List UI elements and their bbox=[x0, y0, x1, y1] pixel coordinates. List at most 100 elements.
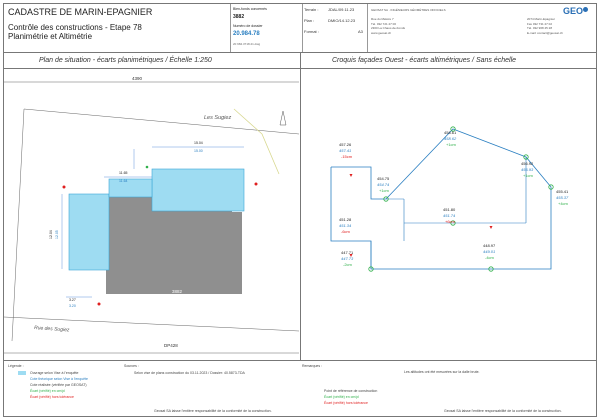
file-reference: 20 984.3718.21.dwg bbox=[233, 42, 261, 46]
title-block: CADASTRE DE MARIN-EPAGNIER Contrôle des … bbox=[4, 4, 596, 53]
new-building-east bbox=[151, 168, 245, 212]
legend-item: Ouvrage selon Vise à l'enquête bbox=[30, 371, 79, 375]
format-value: A3 bbox=[358, 29, 363, 34]
elev-diff: +1cm bbox=[523, 173, 534, 178]
hedge-line bbox=[233, 108, 280, 175]
parcel-info: Bien-fonds concernés 3882 Numéro de doss… bbox=[230, 4, 303, 52]
parcel-number-3882: 3882 bbox=[172, 289, 183, 294]
elev-black: 456.92 bbox=[521, 161, 534, 166]
existing-building bbox=[92, 197, 242, 294]
elevation-label: 451.80 451.74 +6cm bbox=[443, 207, 456, 224]
elevation-label: 457.26 457.41 -15cm bbox=[339, 142, 353, 159]
legend-right-item: Écart (vérifié) en cm/pl bbox=[324, 395, 360, 399]
dim-blue: 11.64 bbox=[119, 179, 128, 183]
company-logo: GEO bbox=[563, 6, 584, 16]
elev-black: 447.71 bbox=[341, 250, 354, 255]
dossier-value: 20.984.78 bbox=[233, 31, 260, 37]
addr-right-line: E-mail: contact@geosat.ch bbox=[527, 30, 563, 35]
elev-diff: +4cm bbox=[558, 201, 569, 206]
street-name-bottom: Rue des Sugiez bbox=[34, 325, 70, 333]
elev-diff: -6cm bbox=[341, 229, 351, 234]
plan-row: Plan : DMIO/14.12.23 bbox=[304, 18, 355, 23]
elev-black: 458.61 bbox=[444, 130, 457, 135]
dim-blue: 3.20 bbox=[69, 304, 76, 308]
elev-blue: 455.37 bbox=[556, 195, 569, 200]
arrow-down-icon bbox=[489, 226, 493, 229]
elev-diff: +1cm bbox=[379, 188, 390, 193]
elevation-label: 454.75 454.74 +1cm bbox=[377, 176, 390, 193]
elevation-label: 447.71 447.73 -2cm bbox=[341, 250, 354, 267]
terrain-value: JDAL/09.11.23 bbox=[328, 7, 355, 12]
bienfonds-label: Bien-fonds concernés bbox=[233, 7, 267, 11]
elev-blue: 456.93 bbox=[521, 167, 534, 172]
format-label: Format : bbox=[304, 29, 319, 34]
company-block: GEO GEOSAT SA · INGÉNIEURS GÉOMÈTRES OFF… bbox=[367, 4, 596, 52]
parcel-boundary bbox=[11, 108, 25, 342]
legend-block: Légende : Ouvrage selon Vise à l'enquête… bbox=[4, 360, 596, 417]
dates-block: Terrain : JDAL/09.11.23 Plan : DMIO/14.12.… bbox=[302, 4, 368, 52]
elev-blue: 451.74 bbox=[443, 213, 456, 218]
drawing-sheet: CADASTRE DE MARIN-EPAGNIER Contrôle des … bbox=[3, 3, 597, 417]
terrain-row: Terrain : JDAL/09.11.23 bbox=[304, 7, 354, 12]
subtitle-line-2: Planimétrie et Altimétrie bbox=[8, 32, 93, 41]
elev-blue: 451.34 bbox=[339, 223, 352, 228]
elev-blue: 457.41 bbox=[339, 148, 351, 153]
elev-diff: +1cm bbox=[446, 142, 457, 147]
parcel-number-4036: 4036 bbox=[19, 358, 30, 359]
elev-black: 451.28 bbox=[339, 217, 352, 222]
elev-blue: 449.01 bbox=[483, 249, 495, 254]
elevation-label: 455.41 455.37 +4cm bbox=[556, 189, 569, 206]
elev-diff: -2cm bbox=[343, 262, 353, 267]
parcel-number-4390: 4390 bbox=[132, 76, 143, 81]
terrain-label: Terrain : bbox=[304, 7, 319, 12]
remarks-label: Remarques : bbox=[302, 364, 323, 368]
title-block-main: CADASTRE DE MARIN-EPAGNIER Contrôle des … bbox=[4, 4, 231, 52]
legend-right-item: Écart (vérifié) hors tolérance bbox=[324, 401, 368, 405]
tree-icon bbox=[279, 110, 287, 126]
elev-blue: 454.74 bbox=[377, 182, 390, 187]
legend-right-item: Point de référence de construction bbox=[324, 389, 378, 393]
elev-black: 448.97 bbox=[483, 243, 496, 248]
address-right: 2074 Marin-Epagnier Fax 032 731 27 02 Té… bbox=[527, 17, 563, 35]
sources-text: Selon vise de plans construction du 03.1… bbox=[134, 371, 245, 375]
footer-disclaimer-right: Geosat SA laisse l'entière responsabilit… bbox=[444, 409, 562, 413]
footer-disclaimer-left: Geosat SA laisse l'entière responsabilit… bbox=[154, 409, 272, 413]
bienfonds-value: 3882 bbox=[233, 14, 245, 20]
dim-blue: 15.00 bbox=[194, 149, 203, 153]
elev-diff: +6cm bbox=[445, 219, 456, 224]
elevation-label: 456.92 456.93 +1cm bbox=[521, 161, 534, 178]
project-subtitle: Contrôle des constructions - Etape 78 Pl… bbox=[8, 23, 142, 41]
elev-black: 457.26 bbox=[339, 142, 352, 147]
deviation-marker-icon bbox=[97, 302, 101, 306]
street-name-top: Les Sugiez bbox=[204, 115, 231, 121]
dim-black: 11.65 bbox=[119, 171, 128, 175]
legend-item: Cote théorique selon Vise à l'enquête bbox=[30, 377, 89, 381]
legend-item: Écart (vérifié) en cm/pl bbox=[30, 389, 66, 393]
logo-dot-icon bbox=[583, 7, 588, 12]
format-row: Format : A3 bbox=[304, 29, 363, 34]
check-point-icon bbox=[145, 165, 149, 169]
dim-black: 12.04 bbox=[49, 230, 53, 239]
elev-black: 455.41 bbox=[556, 189, 569, 194]
sources-label: Sources : bbox=[124, 364, 139, 368]
remarks-text: Les altitudes ont été mesurées sur la da… bbox=[404, 370, 480, 374]
elev-black: 454.75 bbox=[377, 176, 390, 181]
dim-blue: 12.05 bbox=[55, 230, 59, 239]
legend-item: Écart (vérifié) hors tolérance bbox=[30, 395, 74, 399]
deviation-marker-icon bbox=[254, 182, 258, 186]
legend-item: Cote réalisée (vérifiée par GEOSAT) bbox=[30, 383, 87, 387]
left-panel-title: Plan de situation - écarts planimétrique… bbox=[39, 57, 212, 64]
elev-blue: 458.62 bbox=[444, 136, 457, 141]
elev-diff: -4cm bbox=[485, 255, 495, 260]
dim-black: 15.04 bbox=[194, 141, 203, 145]
elevation-label: 451.28 451.34 -6cm bbox=[339, 217, 352, 234]
elevation-label: 458.61 458.62 +1cm bbox=[444, 130, 457, 147]
parcel-number-dp428: DP428 bbox=[164, 343, 178, 348]
dim-black: 3.27 bbox=[69, 298, 76, 302]
company-name: GEOSAT SA · INGÉNIEURS GÉOMÈTRES OFFICIE… bbox=[371, 8, 446, 12]
elevation-label: 448.97 449.01 -4cm bbox=[483, 243, 496, 260]
cadastre-title: CADASTRE DE MARIN-EPAGNIER bbox=[8, 7, 153, 17]
facade-sketch: 458.61 458.62 +1cm 457.26 457.41 -15cm 4… bbox=[330, 126, 569, 272]
site-plan: 15.04 15.00 11.65 11.64 12.04 12.05 3.27… bbox=[4, 76, 299, 359]
plan-value: DMIO/14.12.23 bbox=[328, 18, 356, 23]
